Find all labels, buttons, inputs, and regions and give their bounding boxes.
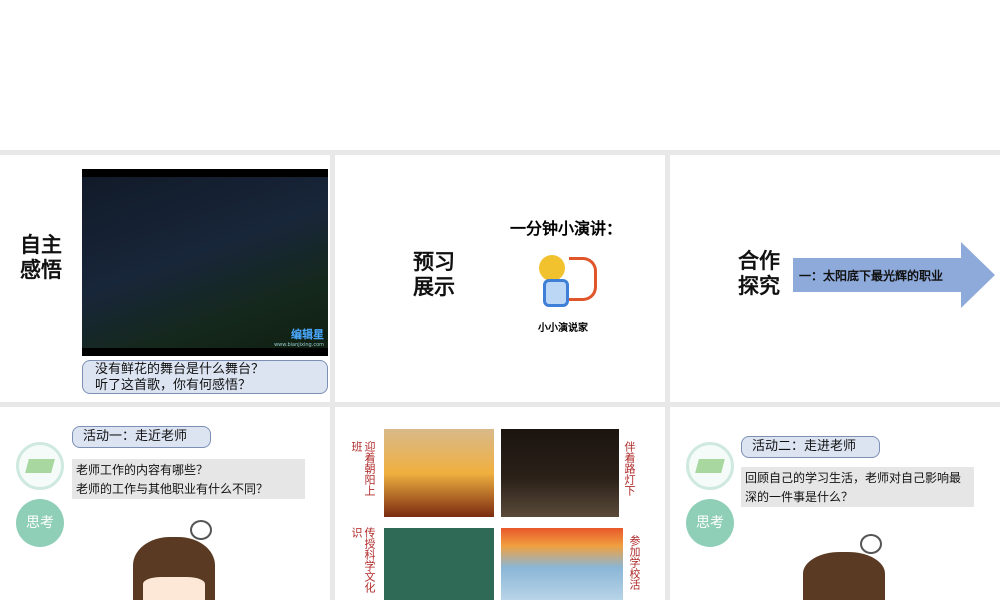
logo-text: 小小演说家: [538, 323, 588, 334]
activity-label: 活动一：走近老师: [72, 426, 211, 448]
question-bubble: 没有鲜花的舞台是什么舞台？ 听了这首歌，你有何感悟？: [82, 360, 328, 394]
lightbulb-icon: [190, 520, 212, 540]
slide-title: 合作探究: [738, 249, 780, 298]
sunrise-photo: [384, 429, 494, 517]
slide-thumbnail-4[interactable]: 思考 活动一：走近老师 老师工作的内容有哪些？ 老师的工作与其他职业有什么不同？: [0, 407, 330, 600]
slide-thumbnail-2[interactable]: 预习展示 一分钟小演讲： 小小演说家: [335, 155, 665, 402]
spill-text: 班: [350, 441, 363, 452]
caption: 伴着路灯下: [623, 441, 636, 496]
video-player[interactable]: 编辑星 www.bianjixing.com: [82, 169, 328, 356]
spill-text: 识: [350, 527, 363, 538]
video-url: www.bianjixing.com: [274, 342, 324, 348]
slide-sorter-top-area: [0, 0, 1000, 150]
arrow-shape: 一：太阳底下最光辉的职业: [793, 242, 997, 308]
slide-thumbnail-5[interactable]: 班 迎着朝阳上 伴着路灯下 识 传授科学文化 参加学校活: [335, 407, 665, 600]
question-box: 老师工作的内容有哪些？ 老师的工作与其他职业有什么不同？: [72, 459, 305, 499]
microphone-icon: [539, 255, 565, 281]
streetlight-photo: [501, 429, 619, 517]
slide-thumbnail-3[interactable]: 合作探究 一：太阳底下最光辉的职业: [670, 155, 1000, 402]
think-badge: 思考: [686, 499, 734, 547]
caption: 传授科学文化: [363, 527, 376, 593]
slide-title: 预习展示: [413, 250, 455, 299]
caption: 迎着朝阳上: [363, 441, 376, 496]
slide-heading: 一分钟小演讲：: [510, 219, 623, 238]
video-watermark: 编辑星: [291, 328, 324, 341]
slide-thumbnail-6[interactable]: 思考 活动二：走进老师 回顾自己的学习生活，老师对自己影响最深的一件事是什么？: [670, 407, 1000, 600]
question-line: 没有鲜花的舞台是什么舞台？: [95, 362, 265, 377]
school-activity-photo: [501, 528, 623, 600]
caption: 参加学校活: [628, 535, 641, 590]
lightbulb-icon: [860, 534, 882, 554]
slide-title: 自主感悟: [20, 233, 62, 282]
question-line: 老师工作的内容有哪些？: [76, 463, 209, 477]
think-badge: 思考: [16, 499, 64, 547]
book-icon: [16, 442, 64, 490]
question-box: 回顾自己的学习生活，老师对自己影响最深的一件事是什么？: [741, 467, 974, 507]
activity-label: 活动二：走进老师: [741, 436, 880, 458]
speaker-logo: [535, 253, 605, 315]
book-icon: [686, 442, 734, 490]
question-line: 老师的工作与其他职业有什么不同？: [76, 482, 269, 496]
cartoon-boy-illustration: [803, 552, 885, 600]
classroom-photo: [384, 528, 494, 600]
slide-thumbnail-1[interactable]: 自主感悟 编辑星 www.bianjixing.com 没有鲜花的舞台是什么舞台…: [0, 155, 330, 402]
cartoon-boy-illustration: [133, 537, 215, 600]
arrow-text: 一：太阳底下最光辉的职业: [799, 269, 944, 283]
question-line: 听了这首歌，你有何感悟？: [95, 378, 252, 393]
